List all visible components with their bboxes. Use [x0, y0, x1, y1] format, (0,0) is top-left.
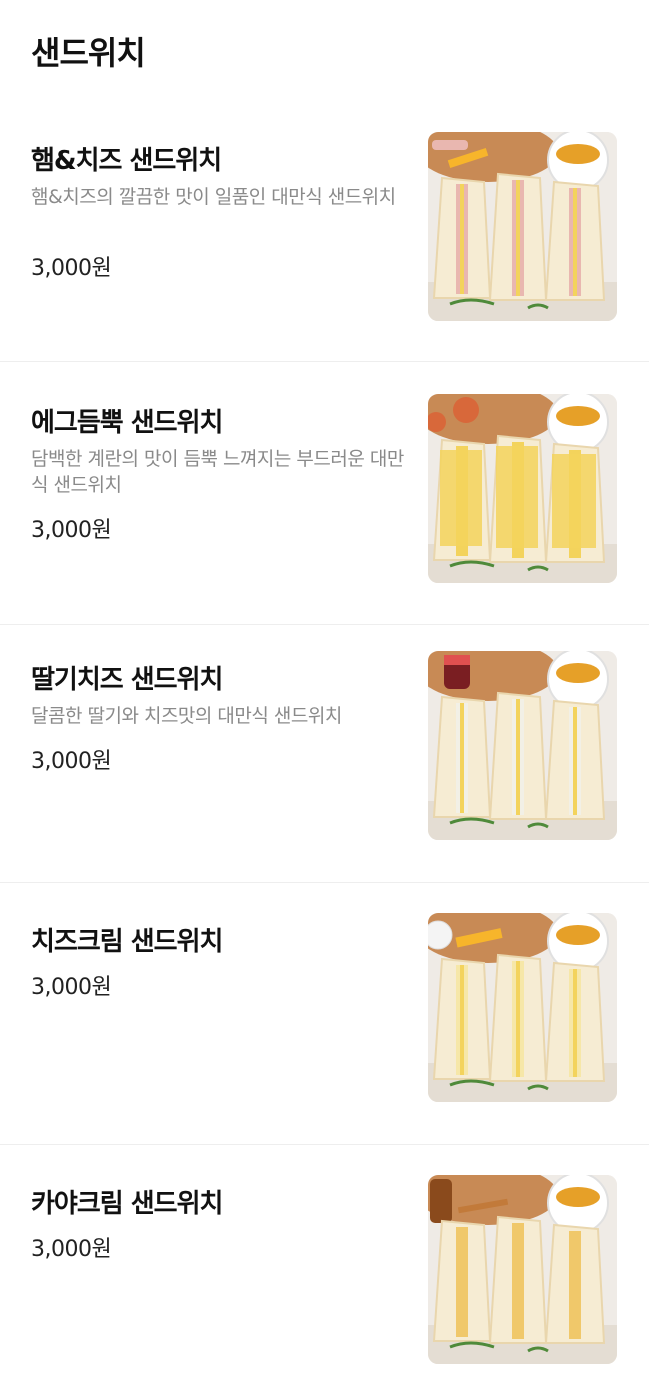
- item-price: 3,000원: [31, 518, 112, 543]
- sandwich-photo: [428, 394, 617, 583]
- item-name: 치즈크림 샌드위치: [31, 927, 223, 957]
- menu-item[interactable]: 카야크림 샌드위치 3,000원: [0, 1145, 649, 1385]
- sandwich-photo: [428, 132, 617, 321]
- sandwich-photo: [428, 913, 617, 1102]
- cheese-cream-sandwich-image: [428, 913, 617, 1102]
- item-price: 3,000원: [31, 256, 112, 281]
- menu-item[interactable]: 딸기치즈 샌드위치 달콤한 딸기와 치즈맛의 대만식 샌드위치 3,000원: [0, 625, 649, 883]
- item-description: 햄&치즈의 깔끔한 맛이 일품인 대만식 샌드위치: [31, 186, 396, 208]
- item-price: 3,000원: [31, 1237, 112, 1262]
- item-price: 3,000원: [31, 749, 112, 774]
- egg-sandwich-image: [428, 394, 617, 583]
- sandwich-photo: [428, 651, 617, 840]
- item-price: 3,000원: [31, 975, 112, 1000]
- ham-cheese-sandwich-image: [428, 132, 617, 321]
- strawberry-cheese-sandwich-image: [428, 651, 617, 840]
- menu-item[interactable]: 에그듬뿍 샌드위치 담백한 계란의 맛이 듬뿍 느껴지는 부드러운 대만식 샌드…: [0, 362, 649, 625]
- item-name: 카야크림 샌드위치: [31, 1189, 223, 1219]
- item-description: 달콤한 딸기와 치즈맛의 대만식 샌드위치: [31, 705, 342, 727]
- kaya-cream-sandwich-image: [428, 1175, 617, 1364]
- item-name: 햄&치즈 샌드위치: [31, 146, 222, 176]
- item-name: 에그듬뿍 샌드위치: [31, 408, 223, 438]
- menu-item[interactable]: 햄&치즈 샌드위치 햄&치즈의 깔끔한 맛이 일품인 대만식 샌드위치 3,00…: [0, 100, 649, 362]
- sandwich-photo: [428, 1175, 617, 1364]
- item-name: 딸기치즈 샌드위치: [31, 665, 223, 695]
- menu-item[interactable]: 치즈크림 샌드위치 3,000원: [0, 883, 649, 1145]
- menu-list: 햄&치즈 샌드위치 햄&치즈의 깔끔한 맛이 일품인 대만식 샌드위치 3,00…: [0, 100, 649, 1385]
- sandwich-menu-page: 샌드위치 햄&치즈 샌드위치 햄&치즈의 깔끔한 맛이 일품인 대만식 샌드위치…: [0, 0, 649, 1386]
- item-description: 담백한 계란의 맛이 듬뿍 느껴지는 부드러운 대만식 샌드위치: [31, 448, 404, 496]
- section-title: 샌드위치: [31, 34, 146, 72]
